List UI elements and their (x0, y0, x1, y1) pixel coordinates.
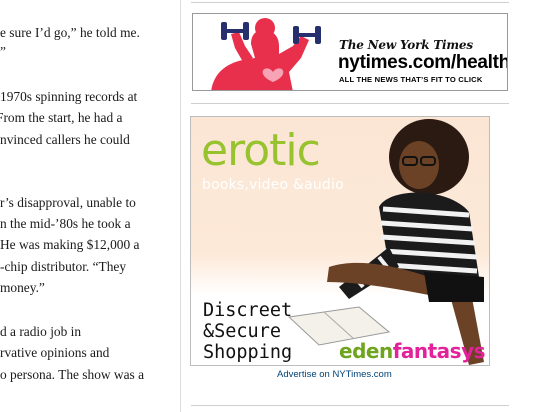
article-line: -chip distributor. “They (0, 259, 127, 274)
article-line: He was making $12,000 a (0, 237, 140, 252)
article-line: 1970s spinning records at (0, 89, 138, 104)
ad-column: The New York Times nytimes.com/health AL… (181, 0, 556, 412)
article-line: rvative opinions and (0, 345, 110, 360)
ad-headline: erotic (201, 125, 321, 176)
article-line: o persona. The show was a (0, 367, 145, 382)
ad-separator (191, 103, 509, 104)
nytimes-masthead: The New York Times (339, 38, 473, 52)
article-body: e sure I’d go,” he told me. ” 1970s spin… (0, 0, 180, 412)
edenfantasys-logo: edenfantasys (339, 339, 486, 363)
brand-eden: eden (339, 339, 393, 363)
article-line: money.” (0, 280, 45, 295)
article-line: e sure I’d go,” he told me. (0, 25, 140, 40)
ad-pitch: Discreet &Secure Shopping (203, 300, 293, 363)
weightlifter-figure-icon (211, 18, 321, 90)
banner-tagline: ALL THE NEWS THAT’S FIT TO CLICK (339, 75, 483, 84)
article-line: nvinced callers he could (0, 132, 130, 147)
ad-top-rule (191, 2, 509, 3)
ad-subhead: books,video &audio (202, 177, 344, 193)
article-line: d a radio job in (0, 324, 82, 339)
brand-fantasys: fantasys (392, 339, 486, 363)
article-line: From the start, he had a (0, 110, 123, 125)
ad-bottom-rule (191, 405, 509, 406)
article-line: r’s disapproval, unable to (0, 195, 136, 210)
nytimes-health-banner-ad[interactable]: The New York Times nytimes.com/health AL… (192, 13, 508, 91)
advertise-link[interactable]: Advertise on NYTimes.com (277, 369, 392, 380)
article-line: ” (0, 44, 6, 59)
edenfantasys-ad[interactable]: erotic books,video &audio Discreet &Secu… (190, 116, 490, 366)
banner-url: nytimes.com/health (338, 52, 508, 73)
article-line: n the mid-’80s he took a (0, 216, 131, 231)
